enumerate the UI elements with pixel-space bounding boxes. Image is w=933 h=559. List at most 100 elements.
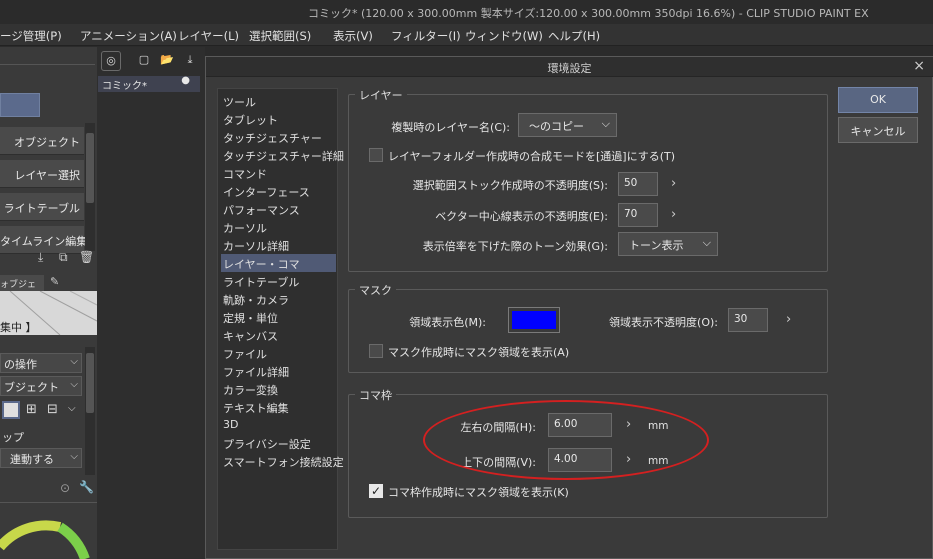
folder-mode-label: レイヤーフォルダー作成時の合成モードを[通過]にする(T) (388, 150, 676, 163)
mask-show-checkbox[interactable] (369, 344, 383, 358)
vector-opacity-label: ベクター中心線表示の不透明度(E): (435, 210, 608, 223)
open-folder-icon[interactable]: 📂 (157, 51, 177, 71)
ok-button[interactable]: OK (838, 87, 918, 113)
mask-opacity-field[interactable]: 30 (728, 308, 768, 332)
category-item[interactable]: カーソル詳細 (221, 236, 336, 254)
wrench-icon[interactable]: 🔧 (79, 480, 94, 494)
props-scrollbar[interactable] (85, 347, 95, 475)
object-select[interactable]: ブジェクト ⌵ (0, 376, 82, 396)
tone-effect-value: トーン表示 (629, 239, 684, 252)
modified-dot-icon: ● (181, 75, 190, 86)
clock-icon[interactable]: ⊙ (60, 481, 70, 495)
document-strip: ◎ ▢ 📂 ⤓ コミック* ● (97, 47, 205, 559)
category-item[interactable]: 軌跡・カメラ (221, 290, 336, 308)
link-select[interactable]: 連動する ⌵ (0, 448, 82, 468)
annotation-ellipse (423, 400, 709, 480)
dialog-title: 環境設定 (547, 62, 592, 75)
category-item[interactable]: タブレット (221, 110, 336, 128)
vector-opacity-slider-icon[interactable]: › (671, 207, 676, 222)
menu-selection[interactable]: 選択範囲(S) (249, 28, 311, 44)
menu-filter[interactable]: フィルター(I) (391, 28, 461, 44)
frame-group-title: コマ枠 (355, 387, 396, 403)
mask-color-label: 領域表示色(M): (409, 316, 486, 329)
operation-select-value: の操作 (4, 358, 37, 371)
category-item[interactable]: 定規・単位 (221, 308, 336, 326)
panel-header (0, 55, 95, 65)
category-item[interactable]: レイヤー・コマ (221, 254, 336, 272)
trash-icon[interactable]: 🗑 (79, 250, 94, 264)
window-title: コミック* (120.00 x 300.00mm 製本サイズ:120.00 x … (308, 7, 869, 20)
stock-opacity-field[interactable]: 50 (618, 172, 658, 196)
scrollbar-thumb[interactable] (86, 353, 94, 413)
section-label: ップ (2, 431, 24, 444)
operation-select[interactable]: の操作 ⌵ (0, 353, 82, 373)
chevron-down-icon: ⌵ (70, 356, 78, 367)
preview-caption: 集中 】 (0, 319, 37, 335)
category-item[interactable]: インターフェース (221, 182, 336, 200)
close-icon[interactable]: × (913, 58, 925, 74)
menu-help[interactable]: ヘルプ(H) (548, 28, 600, 44)
dup-name-value: 〜のコピー (529, 120, 584, 133)
menu-window[interactable]: ウィンドウ(W) (465, 28, 543, 44)
copy-icon[interactable]: ⧉ (59, 250, 68, 265)
mode-subtract-icon[interactable]: ⊟ (47, 402, 58, 417)
category-item[interactable]: キャンバス (221, 326, 336, 344)
category-item[interactable]: 3D (221, 416, 336, 434)
cancel-button[interactable]: キャンセル (838, 117, 918, 143)
subtab-object[interactable]: ォブジェクト] (0, 275, 44, 303)
category-item[interactable]: ファイル (221, 344, 336, 362)
dialog-title-bar: 環境設定 × (206, 57, 933, 77)
category-item[interactable]: コマンド (221, 164, 336, 182)
document-tab[interactable]: コミック* ● (98, 75, 200, 92)
category-item[interactable]: ツール (221, 92, 336, 110)
menu-animation[interactable]: アニメーション(A) (80, 28, 177, 44)
tabs-scrollbar[interactable] (85, 123, 95, 251)
mode-add-icon[interactable]: ⊞ (26, 402, 37, 417)
folder-mode-checkbox[interactable] (369, 148, 383, 162)
object-select-value: ブジェクト (4, 381, 59, 394)
mask-color-fill (512, 311, 556, 329)
tab-layer-select[interactable]: レイヤー選択 (0, 160, 84, 188)
download-icon[interactable]: ⤓ (38, 250, 43, 265)
stock-opacity-label: 選択範囲ストック作成時の不透明度(S): (412, 179, 608, 192)
tone-effect-label: 表示倍率を下げた際のトーン効果(G): (422, 240, 608, 253)
color-wheel-icon[interactable] (0, 517, 97, 559)
category-item[interactable]: カラー変換 (221, 380, 336, 398)
vector-opacity-field[interactable]: 70 (618, 203, 658, 227)
new-file-icon[interactable]: ▢ (134, 51, 154, 71)
chevron-down-icon[interactable]: ⌵ (68, 403, 76, 414)
category-item[interactable]: タッチジェスチャー詳細 (221, 146, 344, 164)
menu-view[interactable]: 表示(V) (333, 28, 373, 44)
category-item[interactable]: ライトテーブル (221, 272, 336, 290)
scrollbar-thumb[interactable] (86, 133, 94, 203)
pen-icon[interactable]: ✎ (50, 275, 70, 291)
chevron-down-icon: ⌵ (70, 379, 78, 390)
category-item[interactable]: ファイル詳細 (221, 362, 336, 380)
tab-light-table[interactable]: ライトテーブル (0, 193, 84, 221)
dup-name-label: 複製時のレイヤー名(C): (391, 121, 510, 134)
category-item[interactable]: タッチジェスチャー (221, 128, 336, 146)
category-item[interactable]: プライバシー設定 (221, 434, 336, 452)
link-select-value: 連動する (10, 453, 54, 466)
category-item[interactable]: カーソル (221, 218, 336, 236)
layer-group-title: レイヤー (355, 87, 407, 103)
title-bar: コミック* (120.00 x 300.00mm 製本サイズ:120.00 x … (0, 0, 933, 24)
chevron-down-icon: ⌵ (601, 117, 610, 130)
mask-group-title: マスク (355, 282, 396, 298)
mode-new-icon[interactable] (2, 401, 20, 419)
tone-effect-dropdown[interactable]: トーン表示 ⌵ (618, 232, 718, 256)
category-item[interactable]: テキスト編集 (221, 398, 336, 416)
dup-name-dropdown[interactable]: 〜のコピー ⌵ (518, 113, 617, 137)
category-item[interactable]: パフォーマンス (221, 200, 336, 218)
logo-icon[interactable]: ◎ (101, 51, 121, 71)
mask-opacity-slider-icon[interactable]: › (786, 312, 791, 327)
category-item[interactable]: スマートフォン接続設定 (221, 452, 344, 470)
panel-active-button[interactable] (0, 93, 40, 117)
mask-color-swatch[interactable] (508, 307, 560, 333)
menu-layer[interactable]: レイヤー(L) (178, 28, 239, 44)
frame-show-checkbox[interactable]: ✓ (369, 484, 383, 498)
tab-object[interactable]: オブジェクト (0, 127, 84, 155)
menu-page[interactable]: ージ管理(P) (0, 28, 62, 44)
save-icon[interactable]: ⤓ (180, 51, 200, 71)
stock-opacity-slider-icon[interactable]: › (671, 176, 676, 191)
